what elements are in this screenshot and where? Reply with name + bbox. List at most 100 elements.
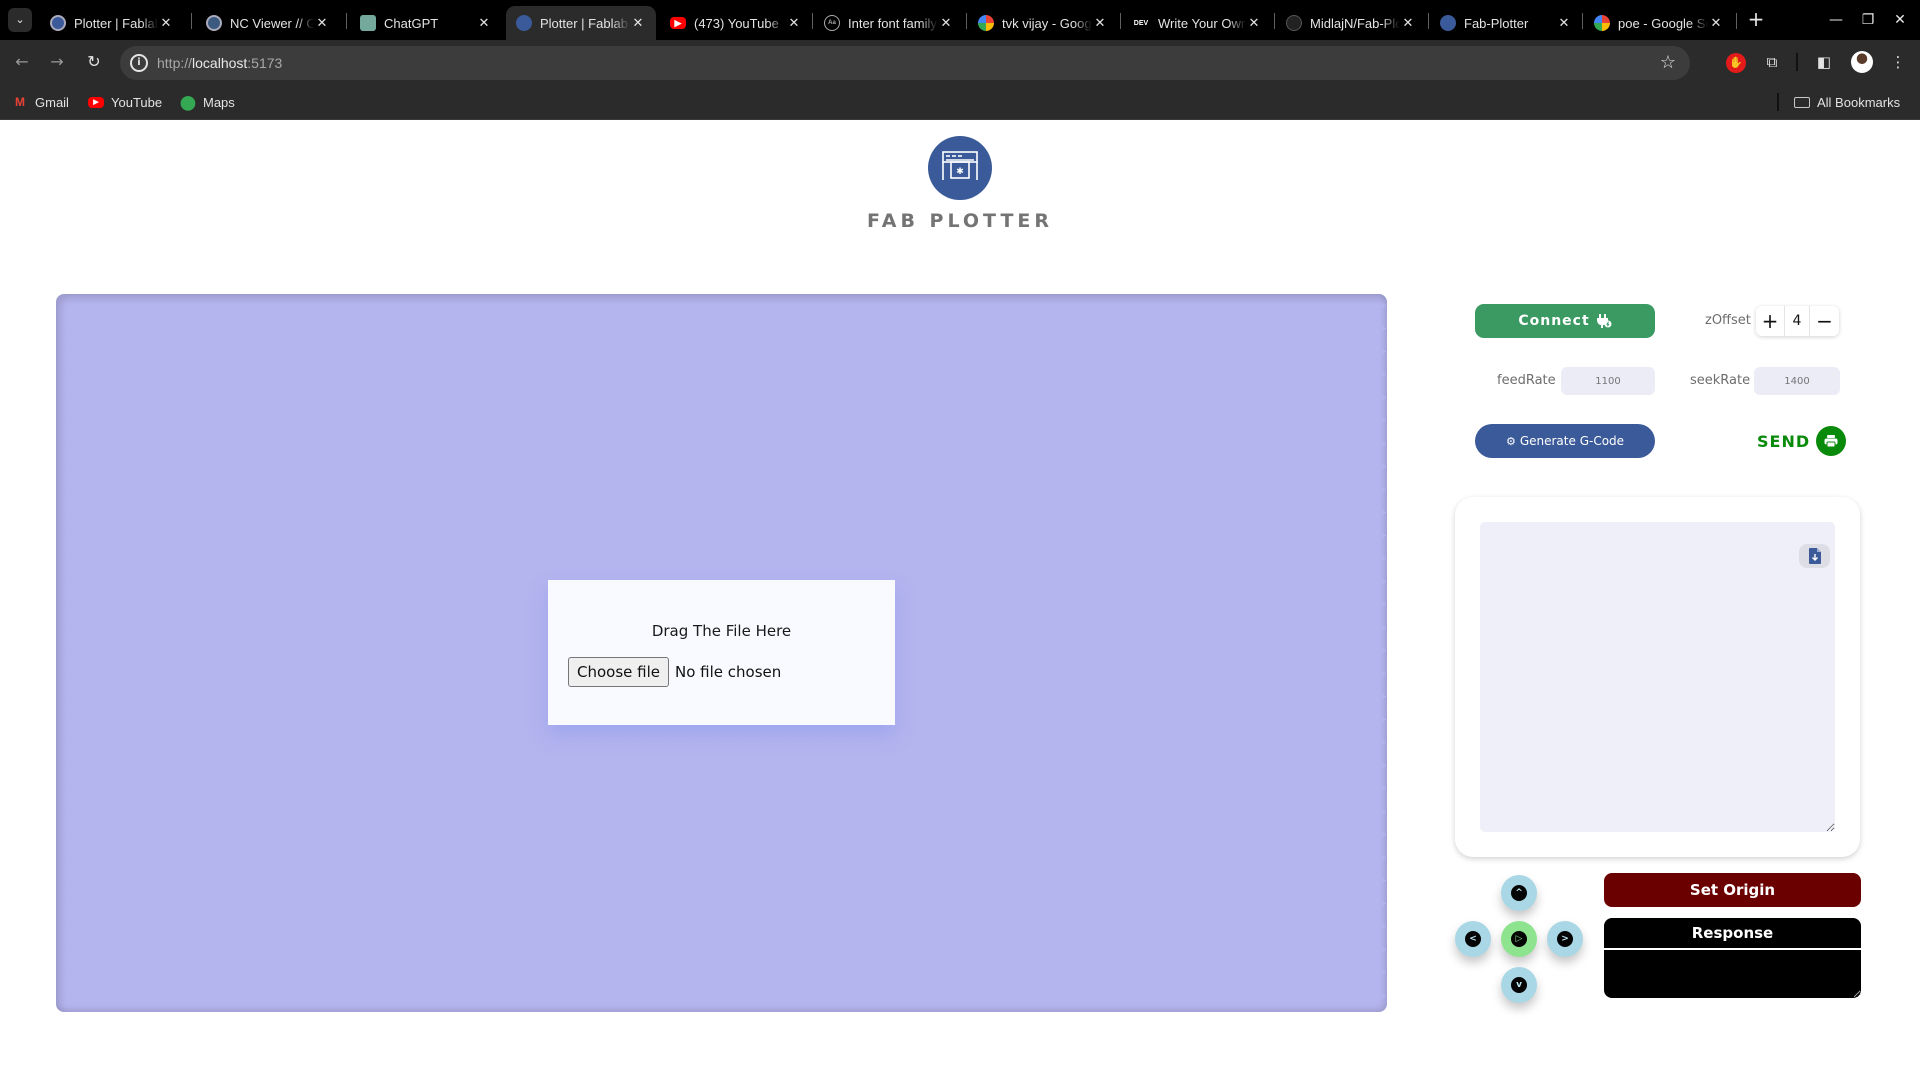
minimize-button[interactable]: — bbox=[1824, 8, 1848, 32]
youtube-icon: ▶ bbox=[88, 96, 104, 108]
close-tab-icon[interactable]: ✕ bbox=[1708, 15, 1724, 31]
zoffset-value[interactable]: 4 bbox=[1785, 306, 1810, 336]
choose-file-button[interactable]: Choose file bbox=[568, 657, 669, 687]
chevron-up-icon: ^ bbox=[1511, 885, 1527, 901]
tab-separator bbox=[1582, 13, 1583, 29]
bookmark-youtube[interactable]: ▶ YouTube bbox=[88, 84, 162, 120]
site-info-icon[interactable]: i bbox=[130, 54, 148, 72]
browser-toolbar: ← → ↻ i http://localhost:5173 ☆ ✋ ⧉ ◧ ⋮ bbox=[0, 40, 1920, 84]
tab-separator bbox=[346, 13, 347, 29]
send-label: SEND bbox=[1757, 431, 1811, 451]
extensions-puzzle-icon[interactable]: ⧉ bbox=[1760, 50, 1784, 74]
app-title: FAB PLOTTER bbox=[866, 210, 1054, 232]
tab-separator bbox=[191, 13, 192, 29]
jog-left-button[interactable]: < bbox=[1455, 921, 1491, 957]
play-icon: ▷ bbox=[1511, 931, 1527, 947]
forward-button[interactable]: → bbox=[45, 50, 69, 74]
adblock-extension-icon[interactable]: ✋ bbox=[1726, 53, 1746, 73]
zoffset-decrement-button[interactable]: − bbox=[1810, 306, 1839, 336]
bookmark-label: YouTube bbox=[111, 94, 163, 110]
bookmark-maps[interactable]: ⬤ Maps bbox=[180, 84, 235, 120]
file-dropzone[interactable]: Drag The File Here Choose file No file c… bbox=[548, 580, 895, 725]
download-gcode-button[interactable] bbox=[1799, 544, 1830, 568]
dev-icon: DEV bbox=[1132, 15, 1150, 31]
seekrate-input[interactable] bbox=[1754, 367, 1840, 395]
tab-github-fab-plotter[interactable]: MidlajN/Fab-Plotter ✕ bbox=[1276, 6, 1426, 40]
chevron-down-icon: v bbox=[1511, 977, 1527, 993]
tab-google-tvk[interactable]: tvk vijay - Google ✕ bbox=[968, 6, 1118, 40]
jog-right-button[interactable]: > bbox=[1547, 921, 1583, 957]
jog-up-button[interactable]: ^ bbox=[1501, 875, 1537, 911]
tab-separator bbox=[812, 13, 813, 29]
feedrate-label: feedRate bbox=[1497, 373, 1556, 388]
set-origin-button[interactable]: Set Origin bbox=[1604, 873, 1861, 907]
tab-title: Plotter | Fablab bbox=[540, 15, 628, 31]
file-download-icon bbox=[1808, 548, 1821, 564]
close-tab-icon[interactable]: ✕ bbox=[630, 15, 646, 31]
close-tab-icon[interactable]: ✕ bbox=[786, 15, 802, 31]
tab-title: ChatGPT bbox=[384, 15, 439, 31]
tab-title: MidlajN/Fab-Plotter bbox=[1310, 15, 1400, 31]
close-tab-icon[interactable]: ✕ bbox=[1400, 15, 1416, 31]
all-bookmarks-label: All Bookmarks bbox=[1817, 94, 1901, 110]
tab-separator bbox=[1274, 13, 1275, 29]
profile-avatar[interactable] bbox=[1851, 51, 1873, 73]
fab-plotter-logo: ✱ bbox=[928, 136, 992, 200]
maps-icon: ⬤ bbox=[180, 93, 196, 110]
ncviewer-icon bbox=[206, 15, 222, 31]
close-tab-icon[interactable]: ✕ bbox=[1092, 15, 1108, 31]
dropzone-label: Drag The File Here bbox=[651, 622, 792, 640]
back-button[interactable]: ← bbox=[10, 50, 34, 74]
response-textarea[interactable] bbox=[1604, 950, 1861, 998]
file-input[interactable]: Choose file No file chosen bbox=[568, 657, 781, 687]
jog-home-button[interactable]: ▷ bbox=[1501, 921, 1537, 957]
url-text[interactable]: http://localhost:5173 bbox=[157, 46, 282, 80]
tab-search-button[interactable]: ⌄ bbox=[8, 8, 32, 32]
fab-plotter-icon bbox=[1440, 15, 1456, 31]
tab-google-poe[interactable]: poe - Google Search ✕ bbox=[1584, 6, 1734, 40]
file-status: No file chosen bbox=[675, 663, 782, 681]
bookmark-star-icon[interactable]: ☆ bbox=[1660, 46, 1676, 80]
url-host: localhost bbox=[192, 55, 248, 71]
tab-inter-font[interactable]: Aa Inter font family ✕ bbox=[814, 6, 964, 40]
tab-youtube[interactable]: ▶ (473) YouTube ✕ bbox=[660, 6, 812, 40]
close-window-button[interactable]: ✕ bbox=[1888, 8, 1912, 32]
zoffset-increment-button[interactable]: + bbox=[1756, 306, 1785, 336]
chevron-left-icon: < bbox=[1465, 931, 1481, 947]
tab-separator bbox=[966, 13, 967, 29]
gcode-textarea[interactable] bbox=[1480, 522, 1835, 832]
feedrate-input[interactable] bbox=[1561, 367, 1655, 395]
new-tab-button[interactable]: + bbox=[1744, 8, 1768, 32]
tab-chatgpt[interactable]: ChatGPT ✕ bbox=[350, 6, 502, 40]
connect-label: Connect bbox=[1518, 313, 1590, 329]
close-tab-icon[interactable]: ✕ bbox=[1246, 15, 1262, 31]
toolbar-divider bbox=[1796, 53, 1798, 71]
font-icon: Aa bbox=[824, 15, 840, 31]
seekrate-label: seekRate bbox=[1690, 373, 1751, 388]
tab-dev-write[interactable]: DEV Write Your Own ✕ bbox=[1122, 6, 1272, 40]
close-tab-icon[interactable]: ✕ bbox=[314, 15, 330, 31]
close-tab-icon[interactable]: ✕ bbox=[158, 15, 174, 31]
gcode-card bbox=[1455, 497, 1860, 857]
generate-gcode-button[interactable]: ⚙ Generate G-Code bbox=[1475, 424, 1655, 458]
connect-button[interactable]: Connect bbox=[1475, 304, 1655, 338]
tab-nc-viewer[interactable]: NC Viewer // GCode ✕ bbox=[196, 6, 340, 40]
send-button[interactable]: SEND bbox=[1757, 426, 1847, 456]
all-bookmarks-button[interactable]: All Bookmarks bbox=[1794, 84, 1900, 120]
address-bar[interactable]: i http://localhost:5173 ☆ bbox=[120, 46, 1690, 80]
tab-plotter-fablab-1[interactable]: Plotter | Fablab ✕ bbox=[40, 6, 184, 40]
jog-down-button[interactable]: v bbox=[1501, 967, 1537, 1003]
plotter-icon: ✱ bbox=[942, 151, 978, 180]
side-panel-icon[interactable]: ◧ bbox=[1812, 50, 1836, 74]
close-tab-icon[interactable]: ✕ bbox=[476, 15, 492, 31]
chevron-right-icon: > bbox=[1557, 931, 1573, 947]
close-tab-icon[interactable]: ✕ bbox=[938, 15, 954, 31]
svg-text:✱: ✱ bbox=[956, 167, 964, 177]
close-tab-icon[interactable]: ✕ bbox=[1556, 15, 1572, 31]
tab-plotter-fablab-active[interactable]: Plotter | Fablab ✕ bbox=[506, 6, 656, 40]
restore-button[interactable]: ❐ bbox=[1856, 8, 1880, 32]
tab-fab-plotter[interactable]: Fab-Plotter ✕ bbox=[1430, 6, 1582, 40]
bookmark-gmail[interactable]: M Gmail bbox=[12, 84, 69, 120]
browser-menu-icon[interactable]: ⋮ bbox=[1886, 50, 1910, 74]
reload-button[interactable]: ↻ bbox=[82, 50, 106, 74]
